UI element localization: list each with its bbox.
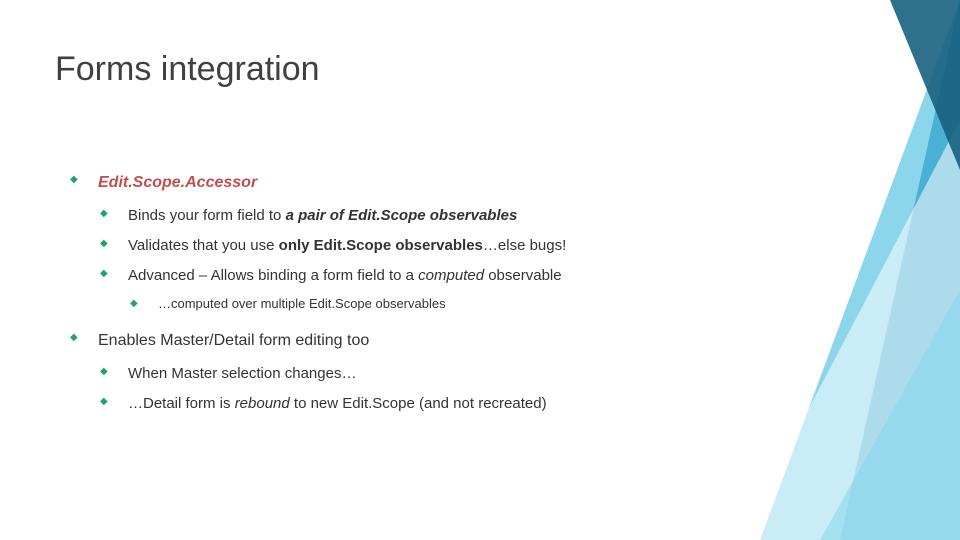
text-ital: computed [418, 267, 484, 284]
slide: Forms integration Edit.Scope.Accessor Bi… [0, 0, 960, 540]
text: Advanced – Allows binding a form field t… [128, 267, 418, 284]
text: Binds your form field to [128, 207, 286, 224]
triangle-decoration-icon [700, 0, 960, 540]
text: Validates that you use [128, 237, 279, 254]
text-editscope-accessor: Edit.Scope.Accessor [98, 174, 257, 191]
text: Enables Master/Detail form editing too [98, 332, 369, 349]
text-bold: only Edit.Scope observables [279, 237, 483, 254]
text: …Detail form is [128, 395, 235, 412]
bullet-l2-master-changes: When Master selection changes… [100, 362, 740, 386]
text: …else bugs! [483, 237, 566, 254]
text: …computed over multiple Edit.Scope obser… [158, 296, 446, 311]
bullet-l2-binds: Binds your form field to a pair of Edit.… [100, 204, 740, 228]
bullet-l1-master-detail: Enables Master/Detail form editing too [70, 328, 740, 354]
bullet-l2-detail-rebound: …Detail form is rebound to new Edit.Scop… [100, 392, 740, 416]
text: observable [484, 267, 562, 284]
bullet-l2-advanced: Advanced – Allows binding a form field t… [100, 264, 740, 288]
bullet-l3-computed: …computed over multiple Edit.Scope obser… [130, 294, 740, 315]
slide-title: Forms integration [55, 50, 320, 89]
text-ital: rebound [235, 395, 290, 412]
text: When Master selection changes… [128, 365, 356, 382]
text-emph: a pair of Edit.Scope observables [286, 207, 518, 224]
text: to new Edit.Scope (and not recreated) [290, 395, 547, 412]
slide-body: Edit.Scope.Accessor Binds your form fiel… [70, 170, 740, 422]
bullet-l2-validates: Validates that you use only Edit.Scope o… [100, 234, 740, 258]
bullet-l1-editscope-accessor: Edit.Scope.Accessor [70, 170, 740, 196]
